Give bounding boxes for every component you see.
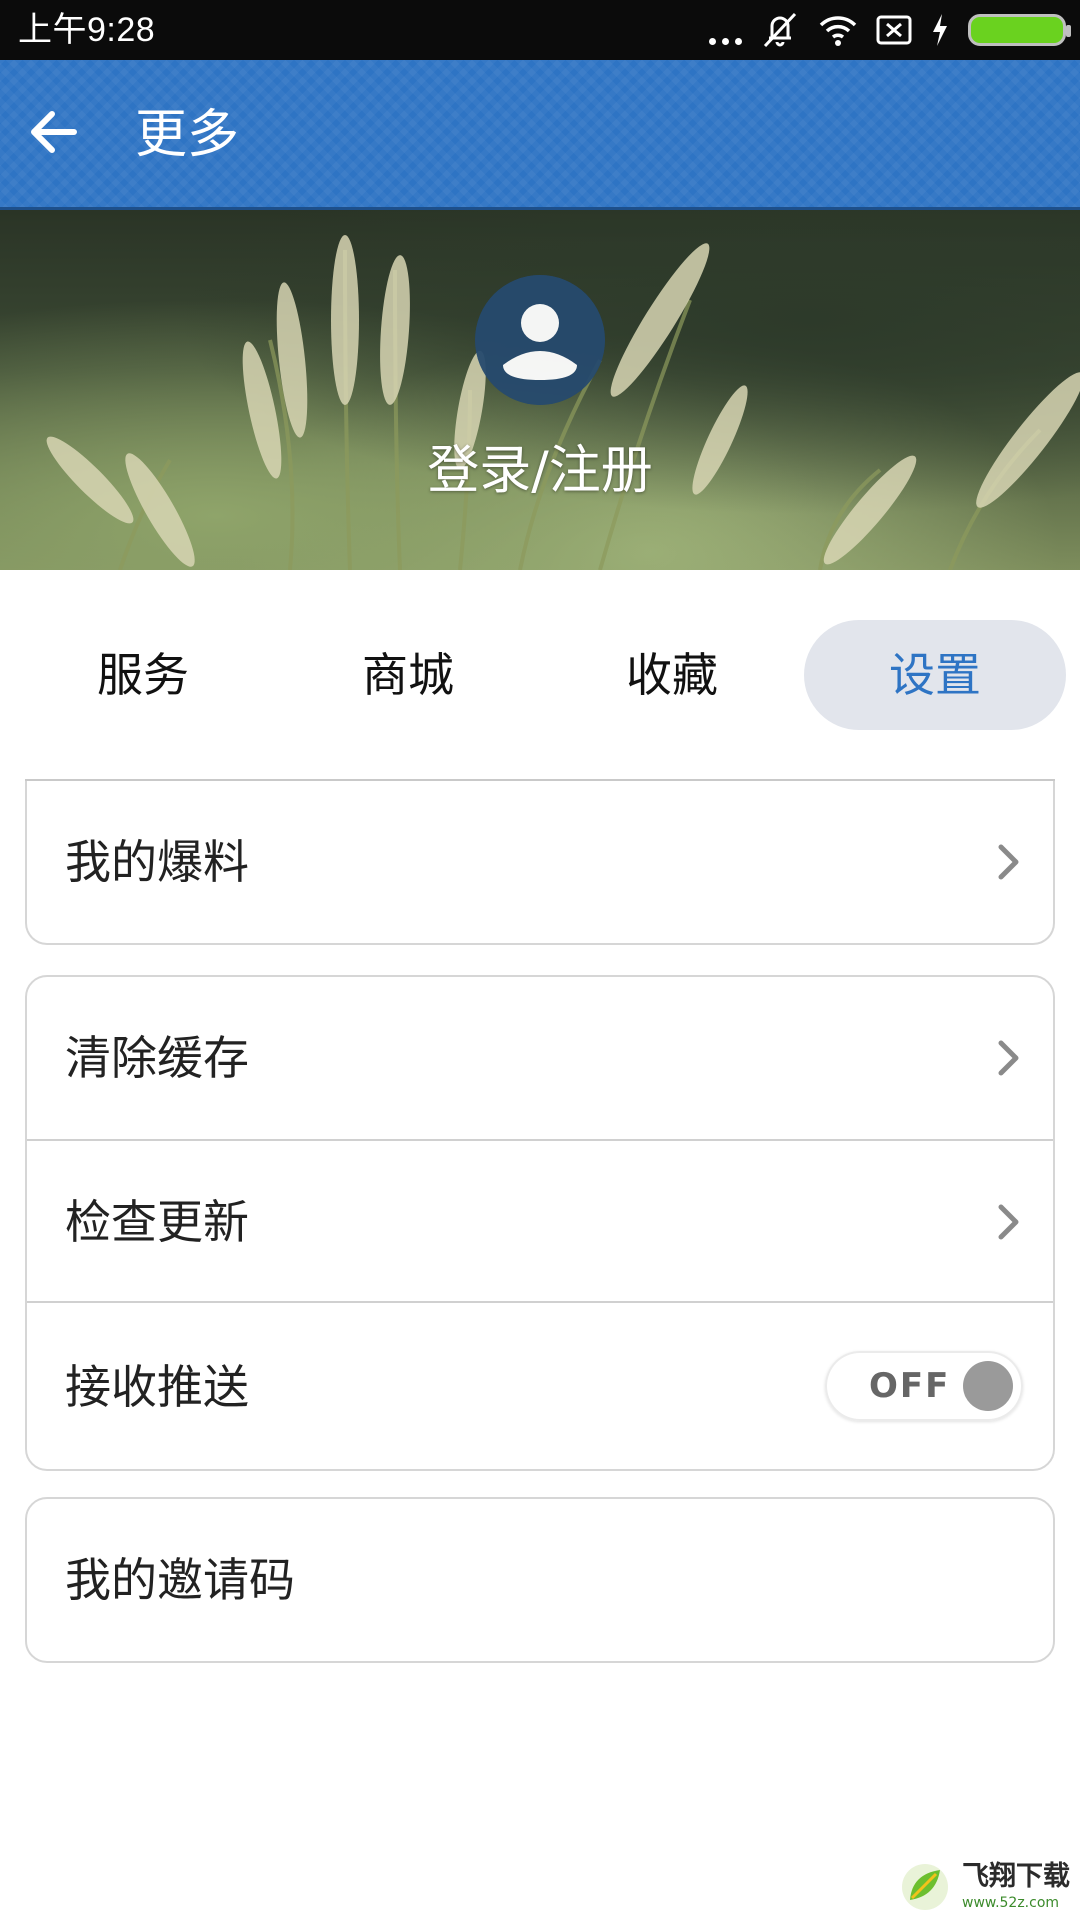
tab-favorites[interactable]: 收藏 [541,620,803,730]
wifi-icon [819,16,857,46]
invite-code-row[interactable]: 我的邀请码 [27,1499,1053,1661]
tab-services[interactable]: 服务 [12,620,274,730]
profile-header: 登录/注册 [0,210,1080,570]
login-register-link[interactable]: 登录/注册 [0,438,1080,504]
tab-settings[interactable]: 设置 [804,620,1066,730]
status-icons [709,10,1071,50]
no-sim-icon [876,15,912,45]
settings-card-tips: 我的爆料 [25,781,1055,945]
tab-mall[interactable]: 商城 [277,620,539,730]
watermark-url: www.52z.com [962,1895,1060,1911]
check-update-label: 检查更新 [65,1195,249,1249]
settings-card-general: 清除缓存 检查更新 接收推送 OFF [25,975,1055,1471]
chevron-right-icon [998,844,1019,880]
push-row: 接收推送 OFF [27,1301,1053,1469]
settings-card-invite: 我的邀请码 [25,1497,1055,1663]
more-dots-icon [709,15,742,45]
push-toggle[interactable]: OFF [825,1351,1023,1421]
watermark: 飞翔下载 www.52z.com [900,1860,1075,1916]
tab-bar: 服务 商城 收藏 设置 [0,620,1080,730]
charging-bolt-icon [933,14,947,46]
clear-cache-row[interactable]: 清除缓存 [27,977,1053,1139]
push-label: 接收推送 [65,1360,249,1414]
battery-icon [968,14,1071,46]
clear-cache-label: 清除缓存 [65,1031,249,1085]
watermark-name: 飞翔下载 [962,1861,1070,1892]
user-avatar-icon[interactable] [475,275,605,405]
chevron-right-icon [998,1040,1019,1076]
chevron-right-icon [998,1204,1019,1240]
my-tips-label: 我的爆料 [65,835,249,889]
my-tips-row[interactable]: 我的爆料 [27,781,1053,943]
toggle-state-label: OFF [869,1366,951,1406]
status-bar: 上午9:28 [0,0,1080,60]
app-bar: 更多 [0,60,1080,210]
toggle-knob [963,1361,1013,1411]
page-title: 更多 [135,105,240,165]
back-arrow-icon[interactable] [24,102,84,162]
vibrate-off-icon [763,12,797,48]
invite-code-label: 我的邀请码 [65,1553,295,1607]
check-update-row[interactable]: 检查更新 [27,1139,1053,1301]
leaf-logo-icon [902,1864,948,1910]
status-time: 上午9:28 [18,11,156,49]
